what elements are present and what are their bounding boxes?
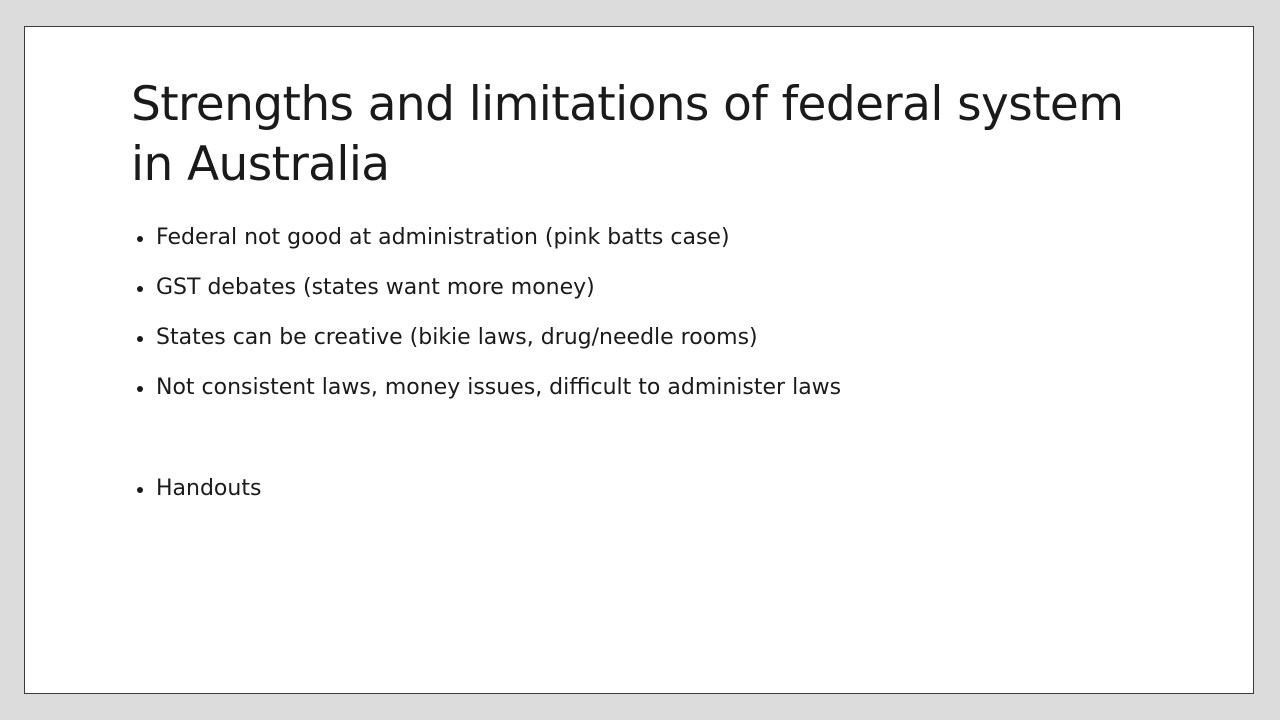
list-item: GST debates (states want more money) bbox=[135, 271, 841, 321]
bullet-dot-icon bbox=[137, 236, 143, 242]
list-item: States can be creative (bikie laws, drug… bbox=[135, 321, 841, 371]
bullet-dot-icon bbox=[137, 386, 143, 392]
bullet-text: Not consistent laws, money issues, diffi… bbox=[156, 375, 842, 400]
bullet-text: Handouts bbox=[156, 476, 262, 501]
slide: Strengths and limitations of federal sys… bbox=[24, 26, 1254, 694]
bullet-dot-icon bbox=[137, 286, 143, 292]
bullet-dot-icon bbox=[137, 487, 143, 493]
list-item: Handouts bbox=[135, 472, 841, 522]
bullet-text: Federal not good at administration (pink… bbox=[156, 225, 730, 250]
list-item: Federal not good at administration (pink… bbox=[135, 221, 841, 271]
bullet-dot-icon bbox=[137, 336, 143, 342]
slide-title: Strengths and limitations of federal sys… bbox=[131, 77, 1124, 192]
bullet-text: States can be creative (bikie laws, drug… bbox=[156, 325, 758, 350]
list-item: Not consistent laws, money issues, diffi… bbox=[135, 371, 841, 421]
bullet-list: Federal not good at administration (pink… bbox=[135, 221, 841, 522]
bullet-text: GST debates (states want more money) bbox=[156, 275, 595, 300]
